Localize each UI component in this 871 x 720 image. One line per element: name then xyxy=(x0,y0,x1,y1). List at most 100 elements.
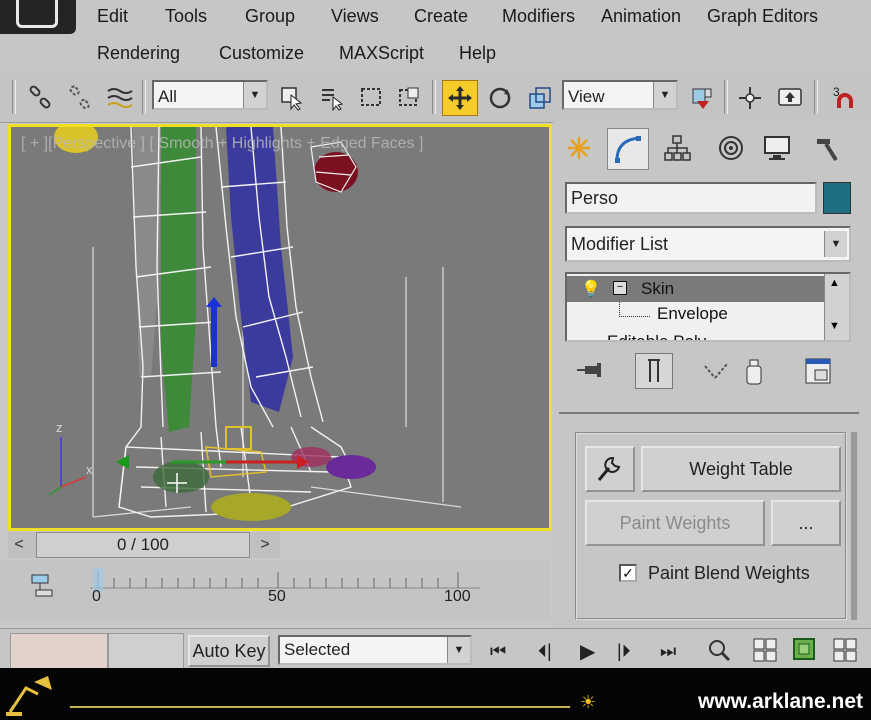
unlink-icon[interactable] xyxy=(62,80,98,116)
snaps-toggle-icon[interactable]: 3 xyxy=(826,80,862,116)
previous-frame-icon[interactable]: ⏴| xyxy=(538,641,552,662)
make-unique-icon[interactable] xyxy=(701,358,731,389)
wrench-icon xyxy=(597,456,621,481)
track-bar[interactable]: 0 50 100 xyxy=(0,560,550,620)
select-by-name-icon[interactable] xyxy=(314,80,350,116)
panel-scrollbar[interactable] xyxy=(851,432,857,620)
animation-controls-bar: Auto Key Selected ▼ ⏮ ⏴| ▶ |⏵ ⏭ xyxy=(0,628,871,675)
collapse-toggle-icon[interactable]: − xyxy=(613,281,627,295)
reference-coordinate-dropdown[interactable]: View ▼ xyxy=(562,80,678,110)
auto-key-button[interactable]: Auto Key xyxy=(188,635,270,667)
configure-modifier-sets-icon[interactable] xyxy=(803,356,833,391)
toolbar-separator xyxy=(12,80,16,114)
footer-url: www.arklane.net xyxy=(698,690,863,713)
select-and-rotate-icon[interactable] xyxy=(482,80,518,116)
bind-space-warp-icon[interactable] xyxy=(102,80,138,116)
perspective-viewport[interactable]: [ + ][Perspective ] [ Smooth + Highlight… xyxy=(8,124,552,531)
open-mini-curve-editor-icon[interactable] xyxy=(30,572,56,603)
tree-connector xyxy=(619,302,650,317)
selection-filter-value: All xyxy=(158,87,177,106)
lightbulb-icon[interactable]: 💡 xyxy=(581,279,601,299)
video-footer: ☀ www.arklane.net xyxy=(0,668,871,720)
menu-views[interactable]: Views xyxy=(331,6,379,27)
weight-table-button[interactable]: Weight Table xyxy=(641,446,841,492)
utilities-tab-icon[interactable] xyxy=(807,128,847,168)
object-color-swatch[interactable] xyxy=(823,182,851,214)
paint-weights-button[interactable]: Paint Weights xyxy=(585,500,765,546)
key-mode-dropdown[interactable]: Selected ▼ xyxy=(278,635,472,665)
axis-z-label: z xyxy=(56,420,63,435)
zoom-extents-icon[interactable] xyxy=(790,635,818,668)
app-logo[interactable] xyxy=(0,0,76,34)
create-tab-icon[interactable] xyxy=(559,128,599,168)
hierarchy-tab-icon[interactable] xyxy=(657,128,697,168)
select-object-icon[interactable] xyxy=(274,80,310,116)
menu-maxscript[interactable]: MAXScript xyxy=(339,43,424,64)
motion-tab-icon[interactable] xyxy=(711,128,751,168)
viewport-label[interactable]: [ + ][Perspective ] [ Smooth + Highlight… xyxy=(21,135,423,153)
toolbar-separator xyxy=(814,80,818,114)
paint-options-button[interactable]: ... xyxy=(771,500,841,546)
toolbar-separator xyxy=(432,80,436,114)
select-and-move-icon[interactable] xyxy=(442,80,478,116)
chevron-down-icon: ▼ xyxy=(447,637,470,663)
time-slider[interactable]: < 0 / 100 > xyxy=(8,532,280,558)
select-and-scale-icon[interactable] xyxy=(522,80,558,116)
link-icon[interactable] xyxy=(22,80,58,116)
menu-create[interactable]: Create xyxy=(414,6,468,27)
menu-help[interactable]: Help xyxy=(459,43,496,64)
menu-tools[interactable]: Tools xyxy=(165,6,207,27)
track-bar-ruler xyxy=(90,568,480,592)
pivot-center-icon[interactable] xyxy=(684,80,720,116)
play-icon[interactable]: ▶ xyxy=(580,639,595,664)
selection-filter-dropdown[interactable]: All ▼ xyxy=(152,80,268,110)
stack-item-editable-poly[interactable]: Editable Poly xyxy=(607,332,706,340)
menu-group[interactable]: Group xyxy=(245,6,295,27)
remove-modifier-icon[interactable] xyxy=(743,358,765,391)
modify-tab-icon[interactable] xyxy=(607,128,649,170)
menu-customize[interactable]: Customize xyxy=(219,43,304,64)
paint-blend-weights-checkbox[interactable]: ✓ xyxy=(619,564,637,582)
key-mode-value: Selected xyxy=(284,640,351,659)
display-tab-icon[interactable] xyxy=(757,128,797,168)
rollout-divider xyxy=(559,412,859,414)
menu-bar: Edit Tools Group Views Create Modifiers … xyxy=(0,0,871,73)
chevron-down-icon: ▼ xyxy=(243,82,266,108)
window-crossing-icon[interactable] xyxy=(392,80,428,116)
modifier-stack: 💡 − Skin Envelope Editable Poly ▲ ▼ xyxy=(565,272,851,342)
toolbar-separator xyxy=(142,80,146,114)
menu-graph-editors[interactable]: Graph Editors xyxy=(707,6,818,27)
show-end-result-icon[interactable] xyxy=(635,353,673,389)
menu-edit[interactable]: Edit xyxy=(97,6,128,27)
footer-line xyxy=(70,706,570,708)
menu-rendering[interactable]: Rendering xyxy=(97,43,180,64)
next-frame-icon[interactable]: |⏵ xyxy=(617,641,631,662)
lamp-logo-icon xyxy=(6,676,52,716)
rectangular-selection-icon[interactable] xyxy=(354,80,390,116)
modifier-list-dropdown[interactable]: Modifier List ▼ xyxy=(565,226,851,262)
object-name-field[interactable]: Perso xyxy=(565,182,817,214)
zoom-extents-all-icon[interactable] xyxy=(832,637,858,668)
scroll-up-icon[interactable]: ▲ xyxy=(829,277,840,289)
pin-stack-icon[interactable] xyxy=(575,358,605,389)
stack-item-skin[interactable]: 💡 − Skin xyxy=(567,276,825,302)
sun-icon: ☀ xyxy=(580,692,597,712)
stack-item-skin-label: Skin xyxy=(641,279,675,298)
go-to-start-icon[interactable]: ⏮ xyxy=(490,641,506,662)
keyboard-shortcut-override-icon[interactable] xyxy=(772,80,808,116)
track-label-100: 100 xyxy=(444,588,471,605)
go-to-end-icon[interactable]: ⏭ xyxy=(660,641,676,662)
time-slider-thumb[interactable]: 0 / 100 xyxy=(36,532,250,558)
stack-item-envelope[interactable]: Envelope xyxy=(657,304,728,324)
time-slider-prev-button[interactable]: < xyxy=(8,532,30,558)
zoom-icon[interactable] xyxy=(706,637,732,668)
scroll-down-icon[interactable]: ▼ xyxy=(829,320,840,332)
track-label-0: 0 xyxy=(92,588,101,605)
weight-tool-button[interactable] xyxy=(585,446,635,492)
select-and-manipulate-icon[interactable] xyxy=(732,80,768,116)
menu-animation[interactable]: Animation xyxy=(601,6,681,27)
stack-scrollbar[interactable]: ▲ ▼ xyxy=(824,274,849,340)
zoom-all-icon[interactable] xyxy=(752,637,778,668)
menu-modifiers[interactable]: Modifiers xyxy=(502,6,575,27)
time-slider-next-button[interactable]: > xyxy=(254,532,276,558)
